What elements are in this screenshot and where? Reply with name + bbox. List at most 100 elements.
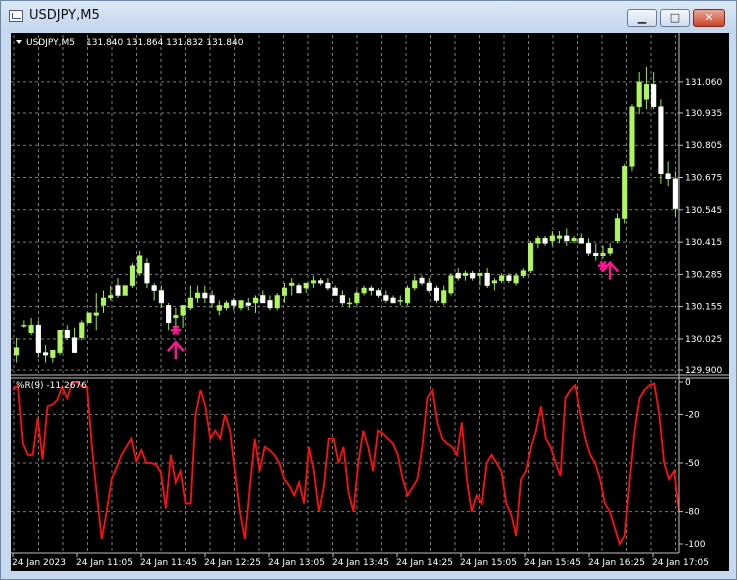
candle[interactable] [202,285,208,303]
candle[interactable] [28,317,34,336]
candle[interactable] [187,285,193,311]
candle[interactable] [651,71,657,110]
candle[interactable] [383,290,389,303]
candle[interactable] [354,290,360,306]
candle[interactable] [195,285,201,303]
candle[interactable] [426,278,432,294]
candle[interactable] [629,104,635,172]
candle[interactable] [636,71,642,115]
candle[interactable] [64,325,70,341]
candle[interactable] [665,161,671,187]
candle[interactable] [607,243,613,256]
candle[interactable] [93,293,99,331]
candle[interactable] [549,230,555,246]
candle[interactable] [361,285,367,296]
candle[interactable] [578,233,584,244]
candle[interactable] [252,295,259,313]
maximize-button[interactable]: □ [660,9,690,27]
candle[interactable] [448,273,454,296]
candle[interactable] [556,230,563,244]
candle[interactable] [412,275,418,291]
candle[interactable] [79,320,85,341]
candle[interactable] [390,295,396,304]
candle[interactable] [50,349,56,363]
candle[interactable] [318,278,324,286]
candle[interactable] [238,300,244,311]
candle[interactable] [325,278,331,291]
candle[interactable] [470,270,476,281]
candle[interactable] [245,297,251,311]
candle[interactable] [158,285,164,308]
candle[interactable] [368,285,374,296]
candle[interactable] [129,263,136,289]
candle[interactable] [535,235,541,249]
candle[interactable] [122,285,128,296]
candle[interactable] [289,278,295,296]
candle[interactable] [260,290,266,304]
arrow-up-icon[interactable] [166,340,185,360]
candle[interactable] [180,305,186,328]
close-button[interactable]: ✕ [693,9,725,27]
candle[interactable] [491,278,497,291]
minimize-button[interactable]: ▁ [627,9,657,27]
candle[interactable] [520,268,526,279]
candle[interactable] [216,300,222,316]
title-bar[interactable]: USDJPY,M5 ▁ □ ✕ [1,1,736,31]
candle[interactable] [585,238,592,256]
candle[interactable] [477,272,483,286]
candle-body-bull [303,282,309,289]
candle[interactable] [303,282,309,294]
candle[interactable] [86,312,92,324]
candle[interactable] [14,337,20,363]
candle[interactable] [137,250,143,276]
candle[interactable] [462,270,469,281]
candle[interactable] [622,163,628,224]
candle[interactable] [528,240,534,274]
candle[interactable] [166,302,172,331]
candle[interactable] [419,275,425,286]
price-tick-label: 130.155 [685,303,722,313]
candle[interactable] [455,268,461,281]
candle[interactable] [296,283,302,294]
candle[interactable] [281,283,288,303]
chart-canvas[interactable]: 131.060 130.935 130.805 130.675 130.545 130.4… [11,33,729,571]
candle[interactable] [310,275,316,289]
candle[interactable] [223,300,230,311]
price-panel[interactable] [14,67,678,363]
candle[interactable] [614,213,621,244]
candle[interactable] [513,273,519,286]
candle[interactable] [397,295,403,306]
candle[interactable] [339,290,345,306]
candle[interactable] [376,288,382,298]
candle[interactable] [643,67,649,110]
candle[interactable] [441,285,447,306]
candle[interactable] [115,278,121,298]
candle[interactable] [43,345,49,363]
candle[interactable] [231,297,237,311]
dropdown-triangle-icon[interactable] [16,40,22,44]
candle[interactable] [100,290,107,313]
candle[interactable] [144,258,150,289]
candle[interactable] [433,285,440,303]
candle[interactable] [484,268,490,289]
candle[interactable] [57,330,63,356]
williams-r-line[interactable] [12,381,680,547]
candle[interactable] [593,243,599,261]
chart-area[interactable]: 131.060 130.935 130.805 130.675 130.545 130.4… [11,33,729,571]
candle[interactable] [267,295,273,311]
candle[interactable] [600,245,606,259]
candle[interactable] [274,293,280,311]
candle[interactable] [404,285,411,306]
candle[interactable] [21,320,27,328]
candle-body-bull [462,272,469,276]
candle[interactable] [332,285,338,296]
candle[interactable] [542,235,548,246]
candle[interactable] [658,99,664,184]
indicator-panel[interactable] [12,381,680,547]
candle[interactable] [564,228,570,246]
candle[interactable] [35,320,41,358]
candle[interactable] [71,327,78,353]
candle[interactable] [173,307,179,328]
indicator-tick-label: -100 [685,540,706,550]
candle[interactable] [151,283,157,301]
